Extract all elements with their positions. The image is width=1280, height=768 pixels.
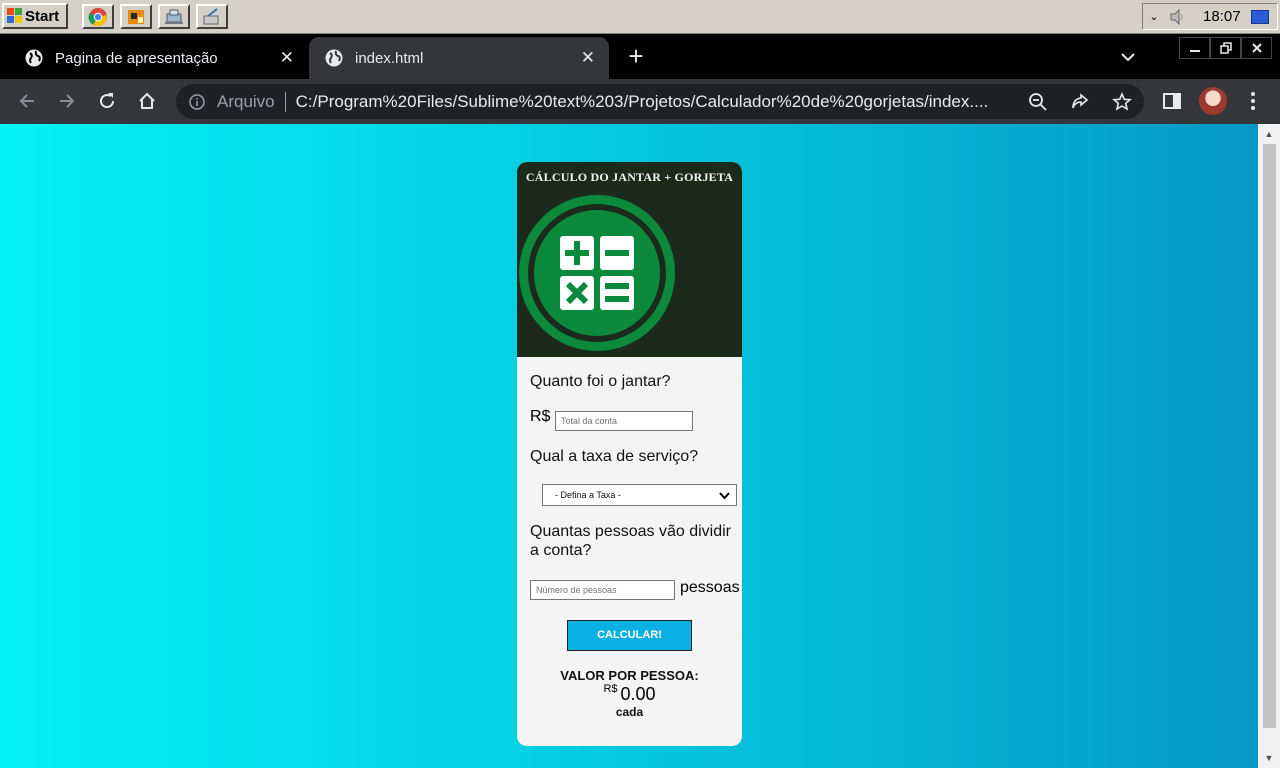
back-icon[interactable]	[15, 89, 39, 113]
question-people: Quantas pessoas vão dividir a conta?	[530, 523, 731, 559]
scroll-down-icon[interactable]: ▼	[1258, 748, 1280, 768]
card-title: CÁLCULO DO JANTAR + GORJETA	[525, 170, 734, 184]
menu-kebab-icon[interactable]	[1241, 89, 1265, 113]
scroll-thumb[interactable]	[1263, 144, 1276, 728]
close-tab-icon[interactable]: ✕	[581, 48, 595, 68]
scroll-up-icon[interactable]: ▲	[1258, 124, 1280, 144]
app-taskbar-icon[interactable]	[120, 4, 152, 29]
tray-expand-icon[interactable]: ⌄	[1147, 10, 1161, 23]
result-value-line: R$ 0.00	[517, 683, 742, 705]
vertical-scrollbar[interactable]: ▲ ▼	[1258, 124, 1280, 768]
windows-logo-icon	[7, 8, 23, 24]
question-dinner: Quanto foi o jantar?	[530, 373, 671, 390]
result-title: VALOR POR PESSOA:	[560, 668, 699, 683]
result-value: 0.00	[620, 684, 656, 704]
bill-input[interactable]: Total da conta	[555, 411, 693, 431]
result-block: VALOR POR PESSOA: R$ 0.00 cada	[517, 668, 742, 719]
info-icon[interactable]	[189, 93, 205, 110]
monitor-icon[interactable]	[1250, 9, 1269, 24]
close-window-icon[interactable]	[1241, 37, 1272, 59]
clock: 18:07	[1203, 8, 1241, 25]
profile-avatar[interactable]	[1199, 87, 1227, 115]
omnibox-divider	[284, 91, 286, 112]
tab-apresentacao[interactable]: Pagina de apresentação ✕	[0, 37, 308, 79]
tax-select-value: - Defina a Taxa -	[555, 490, 621, 500]
calculator-icon	[519, 195, 675, 351]
card-header: CÁLCULO DO JANTAR + GORJETA	[517, 162, 742, 357]
result-suffix: cada	[615, 705, 644, 719]
tab-strip: Pagina de apresentação ✕ index.html ✕ +	[0, 35, 1280, 79]
currency-label: R$	[530, 408, 551, 425]
result-currency: R$	[603, 683, 618, 695]
scheme-label: Arquivo	[217, 91, 275, 111]
chrome-taskbar-icon[interactable]	[82, 4, 114, 29]
share-icon[interactable]	[1070, 92, 1090, 112]
taskbar: Start ⌄ 18:07	[0, 0, 1280, 34]
network-taskbar-icon[interactable]	[158, 4, 190, 29]
tab-index[interactable]: index.html ✕	[309, 37, 609, 79]
close-tab-icon[interactable]: ✕	[280, 48, 294, 68]
start-label: Start	[25, 7, 60, 25]
tab-title: index.html	[355, 49, 424, 67]
question-tax: Qual a taxa de serviço?	[530, 448, 699, 465]
zoom-icon[interactable]	[1028, 92, 1048, 112]
people-input[interactable]: Número de pessoas	[530, 580, 675, 600]
tools-taskbar-icon[interactable]	[196, 4, 228, 29]
browser-toolbar: Arquivo C:/Program%20Files/Sublime%20tex…	[0, 79, 1280, 124]
calculate-button[interactable]: CALCULAR!	[567, 620, 692, 651]
side-panel-icon[interactable]	[1160, 89, 1184, 113]
forward-icon[interactable]	[55, 89, 79, 113]
page-viewport: CÁLCULO DO JANTAR + GORJETA Quanto foi o…	[0, 124, 1258, 768]
chevron-down-icon	[719, 487, 730, 507]
people-suffix: pessoas	[680, 579, 740, 596]
url-text[interactable]: C:/Program%20Files/Sublime%20text%203/Pr…	[296, 92, 1018, 112]
restore-icon[interactable]	[1210, 37, 1241, 59]
bookmark-star-icon[interactable]	[1112, 92, 1132, 112]
start-button[interactable]: Start	[2, 3, 68, 29]
address-bar[interactable]: Arquivo C:/Program%20Files/Sublime%20tex…	[176, 84, 1144, 119]
tax-select[interactable]: - Defina a Taxa -	[542, 484, 737, 506]
omnibox-actions	[1028, 92, 1132, 112]
speaker-icon[interactable]	[1169, 8, 1187, 25]
window-controls	[1179, 37, 1272, 59]
reload-icon[interactable]	[95, 89, 119, 113]
tab-title: Pagina de apresentação	[55, 49, 218, 67]
minimize-icon[interactable]	[1179, 37, 1210, 59]
globe-icon	[25, 49, 43, 67]
new-tab-icon[interactable]: +	[624, 43, 648, 69]
calculator-card: CÁLCULO DO JANTAR + GORJETA Quanto foi o…	[517, 162, 742, 746]
globe-icon	[325, 49, 343, 67]
tab-search-icon[interactable]	[1121, 49, 1135, 67]
home-icon[interactable]	[135, 89, 159, 113]
system-tray: ⌄ 18:07	[1142, 3, 1278, 30]
